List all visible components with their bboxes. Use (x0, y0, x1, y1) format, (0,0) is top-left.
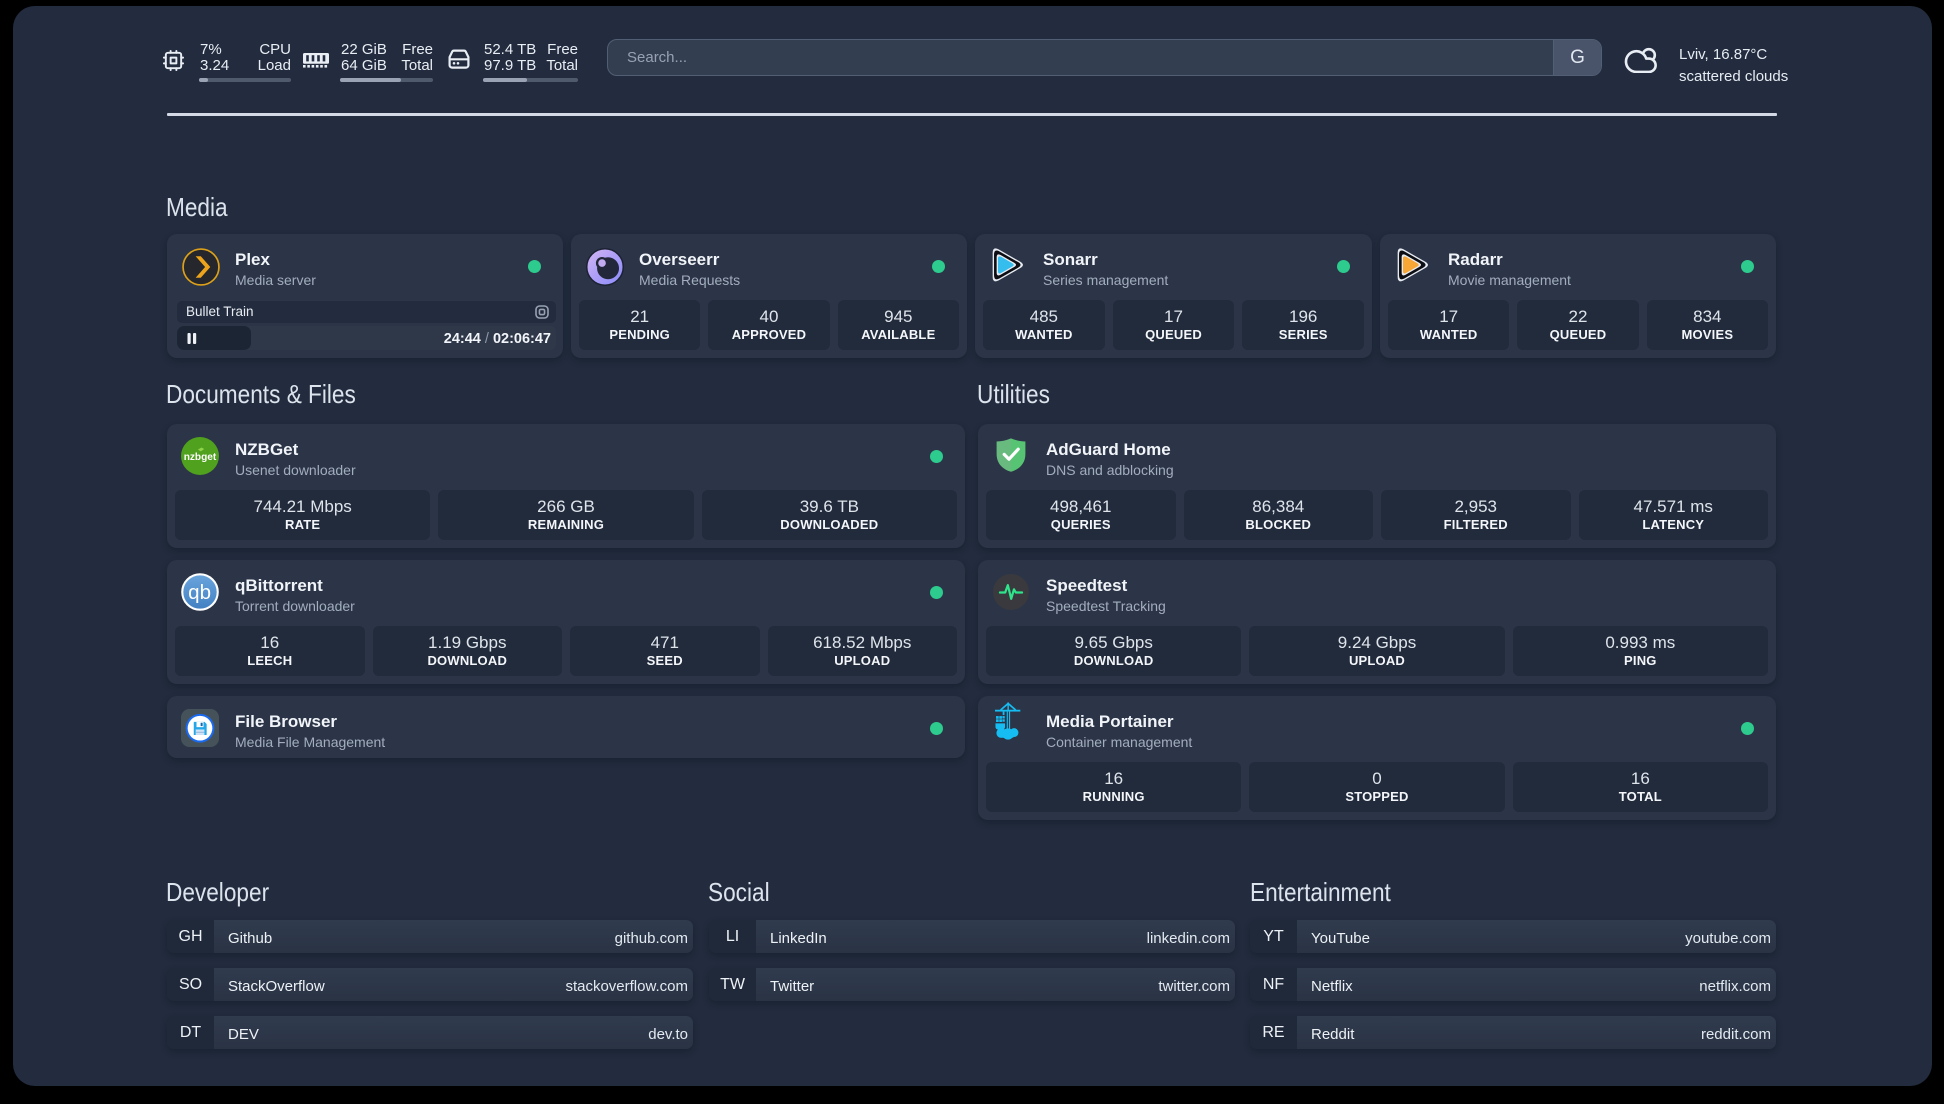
svg-text:nzbget: nzbget (184, 452, 217, 463)
svg-text:qb: qb (188, 581, 211, 604)
